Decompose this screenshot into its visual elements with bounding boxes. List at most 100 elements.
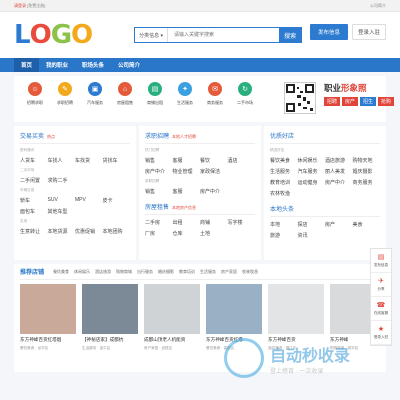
housing-title[interactable]: 房屋租售: [145, 202, 169, 211]
link-item[interactable]: 运动健身: [298, 179, 326, 186]
category-item[interactable]: ✦ 生活服务: [172, 82, 198, 106]
link-item[interactable]: 休闲娱乐: [298, 157, 326, 164]
search-button[interactable]: 搜索: [279, 28, 302, 42]
link-item[interactable]: 酒店: [228, 157, 256, 164]
link-item[interactable]: 婚庆摄影: [353, 168, 381, 175]
category-item[interactable]: ✎ 求职招聘: [52, 82, 78, 106]
link-item[interactable]: 皮卡: [103, 197, 131, 204]
link-item[interactable]: 餐饮: [200, 157, 228, 164]
link-item[interactable]: SUV: [48, 197, 76, 204]
link-item[interactable]: 教育培训: [270, 179, 298, 186]
link-item[interactable]: 购物天地: [353, 157, 381, 164]
store-tab[interactable]: 酒店旅游: [95, 269, 111, 275]
register-link[interactable]: [免费注册]: [27, 3, 45, 8]
promo-chip[interactable]: 抢购: [378, 97, 395, 106]
link-item[interactable]: 酒店旅游: [325, 157, 353, 164]
nav-tab[interactable]: 公司简介: [111, 58, 147, 72]
link-item[interactable]: 美食: [353, 221, 381, 228]
link-item[interactable]: 客服: [173, 188, 201, 195]
category-item[interactable]: ☺ 招聘求职: [22, 82, 48, 106]
store-name: 成都山顶老人机能资: [144, 337, 186, 342]
link-item[interactable]: 房产中介: [200, 188, 228, 195]
link-item[interactable]: 商务服务: [353, 179, 381, 186]
link-item[interactable]: 生意转让: [20, 228, 48, 235]
store-tab[interactable]: 餐饮美食: [53, 269, 69, 275]
link-item[interactable]: 物业管理: [173, 168, 201, 175]
site-logo[interactable]: L O G O: [14, 20, 93, 50]
category-item[interactable]: ▤ 商铺出租: [142, 82, 168, 106]
link-item[interactable]: 车找人: [48, 157, 76, 164]
store-tab[interactable]: 婚庆摄影: [158, 269, 174, 275]
link-item[interactable]: 土地: [200, 230, 228, 237]
link-item[interactable]: 本地团购: [103, 228, 131, 235]
store-tab[interactable]: 教育培训: [179, 269, 195, 275]
sidebar-button[interactable]: ☎ 在线客服: [371, 297, 391, 321]
store-card[interactable]: 【神秘店家】成都抗 生活服务 · 金牛区: [82, 284, 138, 351]
category-item[interactable]: ⌂ 房屋租售: [112, 82, 138, 106]
sidebar-button[interactable]: ▤ 发布信息: [371, 249, 391, 273]
link-item[interactable]: 房产中介: [325, 179, 353, 186]
sidebar-button[interactable]: ✈ 分享: [371, 273, 391, 297]
link-item[interactable]: 货找车: [103, 157, 131, 164]
promo-chip[interactable]: 房产: [342, 97, 359, 106]
link-item[interactable]: 探店: [298, 221, 326, 228]
link-item[interactable]: 销售: [145, 157, 173, 164]
link-item[interactable]: MPV: [75, 197, 103, 204]
link-item[interactable]: 轿车: [20, 197, 48, 204]
link-item[interactable]: 出租: [173, 219, 201, 226]
local-news-title[interactable]: 本地头条: [270, 204, 294, 213]
link-item[interactable]: 商铺: [200, 219, 228, 226]
link-item[interactable]: 旅游: [270, 232, 298, 239]
link-item[interactable]: 生活服务: [270, 168, 298, 175]
link-item[interactable]: 面包车: [20, 208, 48, 215]
store-tab[interactable]: 购物商城: [116, 269, 132, 275]
link-item[interactable]: 房产中介: [145, 168, 173, 175]
link-item[interactable]: 二手房: [145, 219, 173, 226]
link-item[interactable]: 仓库: [173, 230, 201, 237]
search-input[interactable]: [168, 28, 280, 42]
promo-chip[interactable]: 招聘: [324, 97, 341, 106]
link-item[interactable]: 销售: [145, 188, 173, 195]
link-item[interactable]: 家政保洁: [200, 168, 228, 175]
nav-tab[interactable]: 我的职业: [39, 58, 75, 72]
link-item[interactable]: 丽人美发: [325, 168, 353, 175]
shops-title[interactable]: 优质好店: [270, 131, 294, 140]
store-tab[interactable]: 出行服务: [137, 269, 153, 275]
link-item[interactable]: 本地货源: [48, 228, 76, 235]
login-link[interactable]: 请登录: [14, 3, 26, 8]
link-item[interactable]: 本地: [270, 221, 298, 228]
nav-tab[interactable]: 首页: [14, 58, 40, 72]
store-tab[interactable]: 农林牧渔: [242, 269, 258, 275]
nav-tab[interactable]: 职场头条: [75, 58, 111, 72]
link-item[interactable]: 车找货: [75, 157, 103, 164]
link-item[interactable]: 房产: [325, 221, 353, 228]
jobs-title[interactable]: 求职招聘: [145, 131, 169, 140]
link-item[interactable]: 二手闲置: [20, 177, 48, 184]
store-tab[interactable]: 房产家居: [221, 269, 237, 275]
link-item[interactable]: 资讯: [298, 232, 326, 239]
promo-chip[interactable]: 招生: [360, 97, 377, 106]
category-item[interactable]: ✉ 商务服务: [202, 82, 228, 106]
category-item[interactable]: ↻ 二手市场: [232, 82, 258, 106]
link-item[interactable]: 优惠促销: [75, 228, 103, 235]
link-item[interactable]: 求购二手: [48, 177, 76, 184]
link-item[interactable]: 汽车服务: [298, 168, 326, 175]
link-item[interactable]: 餐饮美食: [270, 157, 298, 164]
store-card[interactable]: 东方神峰百货红塔烟 餐饮美食 · 龙华区: [20, 284, 76, 351]
link-item[interactable]: 客服: [173, 157, 201, 164]
login-join-button[interactable]: 登录入驻: [352, 24, 386, 40]
store-tab[interactable]: 生活服务: [200, 269, 216, 275]
link-item[interactable]: 人货车: [20, 157, 48, 164]
link-item[interactable]: 写字楼: [228, 219, 256, 226]
search-category-select[interactable]: 分类信息 ▾: [135, 28, 169, 42]
promo-banner[interactable]: 职业形象照 招聘 房产 招生 抢购: [324, 82, 396, 106]
store-card[interactable]: 成都山顶老人机能资 房产家居 · 武侯区: [144, 284, 200, 351]
store-tab[interactable]: 休闲娱乐: [74, 269, 90, 275]
link-item[interactable]: 其他车型: [48, 208, 76, 215]
category-item[interactable]: ▣ 汽车服务: [82, 82, 108, 106]
about-link[interactable]: 公司简介: [370, 3, 386, 9]
trade-title[interactable]: 交易买卖: [20, 131, 44, 140]
link-item[interactable]: 农林牧渔: [270, 190, 298, 197]
post-info-button[interactable]: 发布信息: [310, 24, 348, 40]
link-item[interactable]: 厂房: [145, 230, 173, 237]
